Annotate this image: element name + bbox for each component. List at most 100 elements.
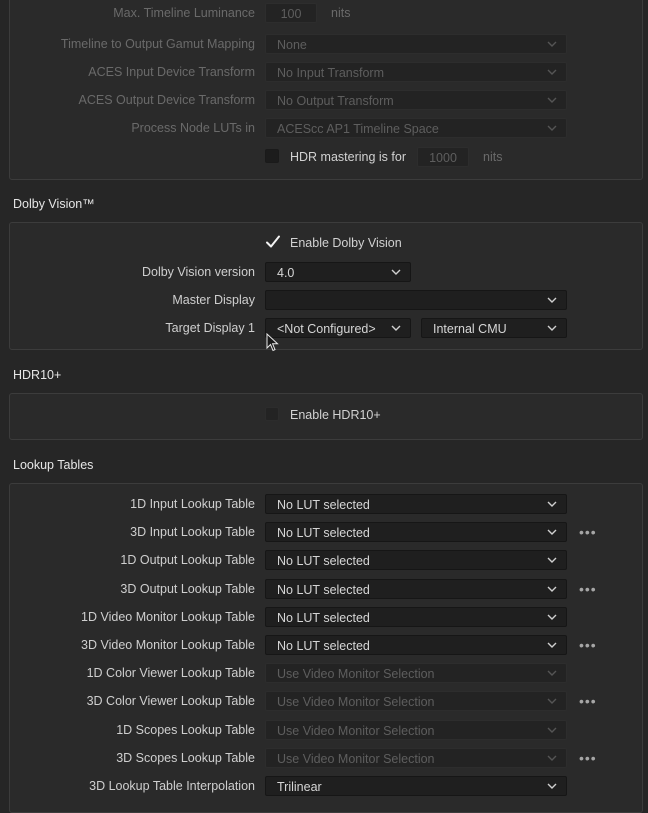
lut-row-label: 3D Input Lookup Table [130, 525, 255, 540]
hdr-mastering-unit: nits [483, 150, 503, 164]
lut-dropdown[interactable]: No LUT selected [265, 494, 567, 514]
max-luminance-row: Max. Timeline Luminance 100 nits [0, 3, 648, 23]
aces-idt-dropdown[interactable]: No Input Transform [265, 62, 567, 82]
chevron-down-icon [547, 297, 557, 303]
lut-row: 1D Output Lookup Table No LUT selected [0, 550, 648, 571]
lut-dropdown[interactable]: Use Video Monitor Selection [265, 691, 567, 712]
aces-idt-label: ACES Input Device Transform [88, 65, 255, 79]
chevron-down-icon [547, 698, 557, 705]
enable-hdr10-row: Enable HDR10+ [0, 405, 648, 425]
gamut-mapping-label: Timeline to Output Gamut Mapping [60, 37, 255, 51]
max-luminance-label: Max. Timeline Luminance [113, 6, 255, 20]
chevron-down-icon [547, 755, 557, 761]
checkmark-icon[interactable] [265, 234, 281, 250]
cmu-value: Internal CMU [433, 322, 507, 336]
lut-dropdown[interactable]: Use Video Monitor Selection [265, 719, 567, 740]
node-luts-dropdown[interactable]: ACEScc AP1 Timeline Space [265, 118, 567, 138]
dolby-version-dropdown[interactable]: 4.0 [265, 262, 411, 282]
chevron-down-icon [547, 69, 557, 75]
node-luts-row: Process Node LUTs in ACEScc AP1 Timeline… [0, 118, 648, 138]
aces-odt-value: No Output Transform [277, 94, 394, 108]
hdr10-heading: HDR10+ [13, 368, 62, 382]
lut-row-label: 3D Output Lookup Table [120, 581, 255, 596]
lut-dropdown[interactable]: No LUT selected [265, 550, 567, 571]
lut-row: 1D Input Lookup Table No LUT selected [0, 494, 648, 514]
enable-hdr10-checkbox[interactable] [265, 407, 279, 421]
dolby-version-row: Dolby Vision version 4.0 [0, 262, 648, 282]
lut-row: 3D Output Lookup Table No LUT selected ••• [0, 578, 648, 599]
lut-dropdown-value: No LUT selected [277, 610, 370, 625]
lut-row-label: 3D Video Monitor Lookup Table [81, 638, 255, 652]
lut-row: 3D Lookup Table Interpolation Trilinear [0, 776, 648, 796]
lut-dropdown-value: Use Video Monitor Selection [277, 695, 435, 710]
cmu-dropdown[interactable]: Internal CMU [421, 318, 567, 338]
gamut-mapping-dropdown[interactable]: None [265, 34, 567, 54]
lut-row: 1D Color Viewer Lookup Table Use Video Mo… [0, 663, 648, 684]
lut-dropdown[interactable]: Trilinear [265, 776, 567, 796]
max-luminance-field[interactable]: 100 [265, 3, 317, 23]
enable-dolby-row: Enable Dolby Vision [0, 233, 648, 253]
lut-row: 1D Scopes Lookup Table Use Video Monitor … [0, 719, 648, 740]
lut-row-label: 1D Color Viewer Lookup Table [86, 666, 255, 681]
chevron-down-icon [391, 269, 401, 275]
more-options-icon[interactable]: ••• [579, 581, 597, 597]
chevron-down-icon [547, 529, 557, 536]
lut-row-label: 1D Input Lookup Table [130, 497, 255, 511]
lut-dropdown[interactable]: No LUT selected [265, 606, 567, 627]
gamut-mapping-row: Timeline to Output Gamut Mapping None [0, 34, 648, 54]
lut-row: 3D Input Lookup Table No LUT selected ••• [0, 522, 648, 543]
more-options-icon[interactable]: ••• [579, 693, 597, 709]
target-display-dropdown[interactable]: <Not Configured> [265, 318, 411, 338]
hdr-mastering-row: HDR mastering is for 1000 nits [0, 147, 648, 167]
lut-dropdown-value: Use Video Monitor Selection [277, 723, 435, 738]
hdr-mastering-checkbox[interactable] [265, 149, 279, 163]
more-options-icon[interactable]: ••• [579, 524, 597, 540]
hdr-mastering-field[interactable]: 1000 [417, 147, 469, 167]
aces-idt-value: No Input Transform [277, 66, 384, 80]
lut-dropdown[interactable]: No LUT selected [265, 578, 567, 599]
chevron-down-icon [547, 501, 557, 507]
lut-row: 3D Video Monitor Lookup Table No LUT sele… [0, 635, 648, 655]
dolby-version-value: 4.0 [277, 266, 295, 280]
lut-dropdown[interactable]: Use Video Monitor Selection [265, 663, 567, 684]
lut-row: 1D Video Monitor Lookup Table No LUT sele… [0, 606, 648, 627]
more-options-icon[interactable]: ••• [579, 637, 597, 653]
mouse-cursor-icon [266, 333, 279, 352]
lut-dropdown-value: No LUT selected [277, 582, 370, 597]
chevron-down-icon [547, 586, 557, 592]
chevron-down-icon [547, 125, 557, 131]
node-luts-label: Process Node LUTs in [131, 121, 255, 135]
hdr-mastering-label: HDR mastering is for [290, 150, 406, 164]
aces-odt-label: ACES Output Device Transform [78, 93, 255, 107]
lut-dropdown-value: No LUT selected [277, 526, 370, 541]
lut-dropdown-value: No LUT selected [277, 554, 370, 569]
lut-dropdown[interactable]: No LUT selected [265, 635, 567, 655]
enable-hdr10-label: Enable HDR10+ [290, 408, 381, 422]
lut-dropdown[interactable]: Use Video Monitor Selection [265, 747, 567, 768]
lut-dropdown-value: No LUT selected [277, 639, 370, 653]
max-luminance-value: 100 [280, 7, 302, 21]
lut-row-label: 3D Color Viewer Lookup Table [86, 694, 255, 709]
lut-row-label: 3D Lookup Table Interpolation [89, 779, 255, 793]
lut-dropdown-value: No LUT selected [277, 498, 370, 512]
hdr-mastering-value: 1000 [429, 151, 457, 165]
lut-dropdown-value: Trilinear [277, 780, 322, 794]
more-options-icon[interactable]: ••• [579, 750, 597, 766]
node-luts-value: ACEScc AP1 Timeline Space [277, 122, 439, 136]
master-display-label: Master Display [172, 293, 255, 307]
chevron-down-icon [547, 727, 557, 733]
lut-row-label: 1D Output Lookup Table [120, 553, 255, 568]
chevron-down-icon [547, 670, 557, 677]
dolby-version-label: Dolby Vision version [141, 265, 255, 279]
aces-odt-row: ACES Output Device Transform No Output T… [0, 90, 648, 110]
chevron-down-icon [547, 97, 557, 103]
lut-dropdown[interactable]: No LUT selected [265, 522, 567, 543]
chevron-down-icon [547, 41, 557, 47]
chevron-down-icon [547, 325, 557, 331]
enable-dolby-label: Enable Dolby Vision [290, 236, 402, 250]
lut-row-label: 1D Video Monitor Lookup Table [81, 609, 255, 624]
chevron-down-icon [391, 325, 401, 331]
aces-odt-dropdown[interactable]: No Output Transform [265, 90, 567, 110]
master-display-dropdown[interactable] [265, 290, 567, 310]
lut-dropdown-value: Use Video Monitor Selection [277, 667, 435, 682]
